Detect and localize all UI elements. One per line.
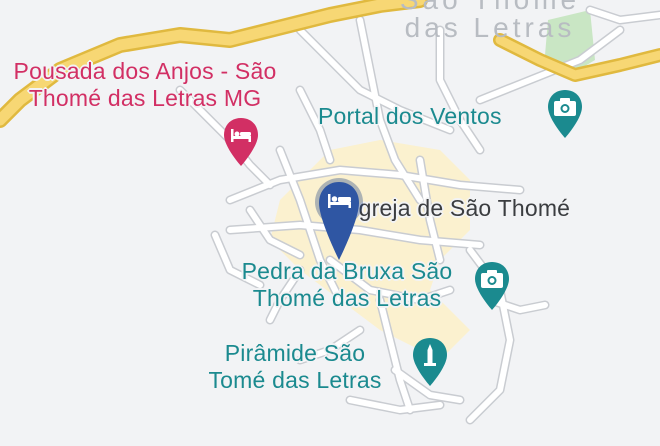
camera-icon[interactable] — [545, 88, 585, 142]
pedra-label[interactable]: Pedra da Bruxa São Thomé das Letras — [212, 258, 482, 312]
camera-icon[interactable] — [472, 260, 512, 314]
bed-icon[interactable] — [221, 116, 261, 170]
pousada-label[interactable]: Pousada dos Anjos - São Thomé das Letras… — [0, 58, 310, 112]
selected-location-marker[interactable] — [311, 176, 367, 266]
town-label: São Thomé das Letras — [370, 0, 610, 42]
pousada-label-line2: Thomé das Letras MG — [28, 85, 262, 111]
portal-label[interactable]: Portal dos Ventos — [318, 103, 502, 130]
pedra-label-line2: Thomé das Letras — [252, 285, 442, 311]
piramide-label-line1: Pirâmide São — [224, 340, 366, 366]
piramide-label-line2: Tomé das Letras — [208, 367, 382, 393]
monument-icon[interactable] — [410, 336, 450, 390]
piramide-label[interactable]: Pirâmide São Tomé das Letras — [180, 340, 410, 394]
pedra-label-line1: Pedra da Bruxa São — [241, 258, 453, 284]
town-label-line2: das Letras — [404, 12, 576, 43]
pousada-label-line1: Pousada dos Anjos - São — [13, 58, 277, 84]
igreja-label[interactable]: Igreja de São Thomé — [352, 195, 570, 222]
